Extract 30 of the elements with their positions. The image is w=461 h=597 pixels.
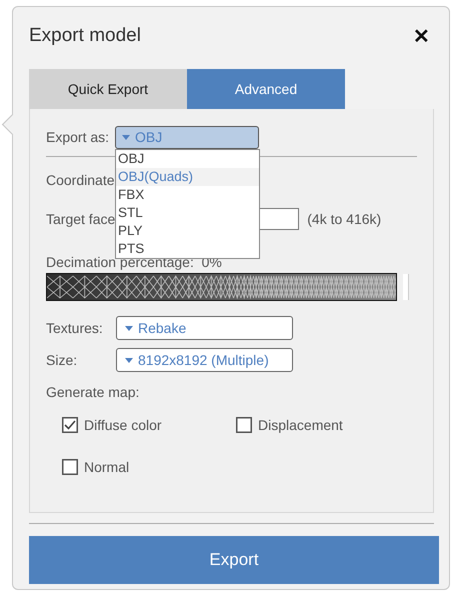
checkbox-label: Diffuse color [84, 417, 162, 433]
tab[interactable]: Advanced [187, 69, 345, 109]
field-label: Target face [46, 211, 116, 227]
menu-item[interactable]: PLY [116, 222, 260, 240]
textures-dropdown[interactable]: Rebake [116, 316, 293, 340]
menu-item[interactable]: STL [116, 204, 260, 222]
range-hint: (4k to 416k) [307, 211, 382, 227]
size-dropdown[interactable]: 8192x8192 (Multiple) [116, 348, 293, 372]
checkbox[interactable] [62, 459, 78, 475]
tab[interactable]: Quick Export [29, 69, 187, 109]
field-label: Generate map: [46, 384, 140, 400]
dialog-title: Export model [29, 25, 141, 47]
caret-icon [125, 358, 133, 363]
checkbox[interactable] [236, 417, 252, 433]
close-button[interactable]: ✕ [409, 24, 434, 48]
menu-item[interactable]: PTS [116, 240, 260, 258]
slider-handle[interactable] [403, 274, 409, 300]
field-label: Coordinate [46, 172, 114, 188]
menu-item[interactable]: OBJ(Quads) [116, 168, 260, 186]
checkbox-label: Normal [84, 459, 130, 475]
checkbox-label: Displacement [258, 417, 343, 433]
field-label: Size: [46, 352, 78, 368]
menu-item[interactable]: OBJ [116, 150, 260, 168]
caret-icon [125, 326, 133, 331]
menu-item[interactable]: FBX [116, 186, 260, 204]
field-label: Textures: [46, 320, 104, 336]
caret-icon [122, 134, 130, 140]
export-button[interactable]: Export [29, 536, 439, 584]
field-label: Export as: [46, 129, 110, 145]
checkbox[interactable] [62, 417, 78, 433]
